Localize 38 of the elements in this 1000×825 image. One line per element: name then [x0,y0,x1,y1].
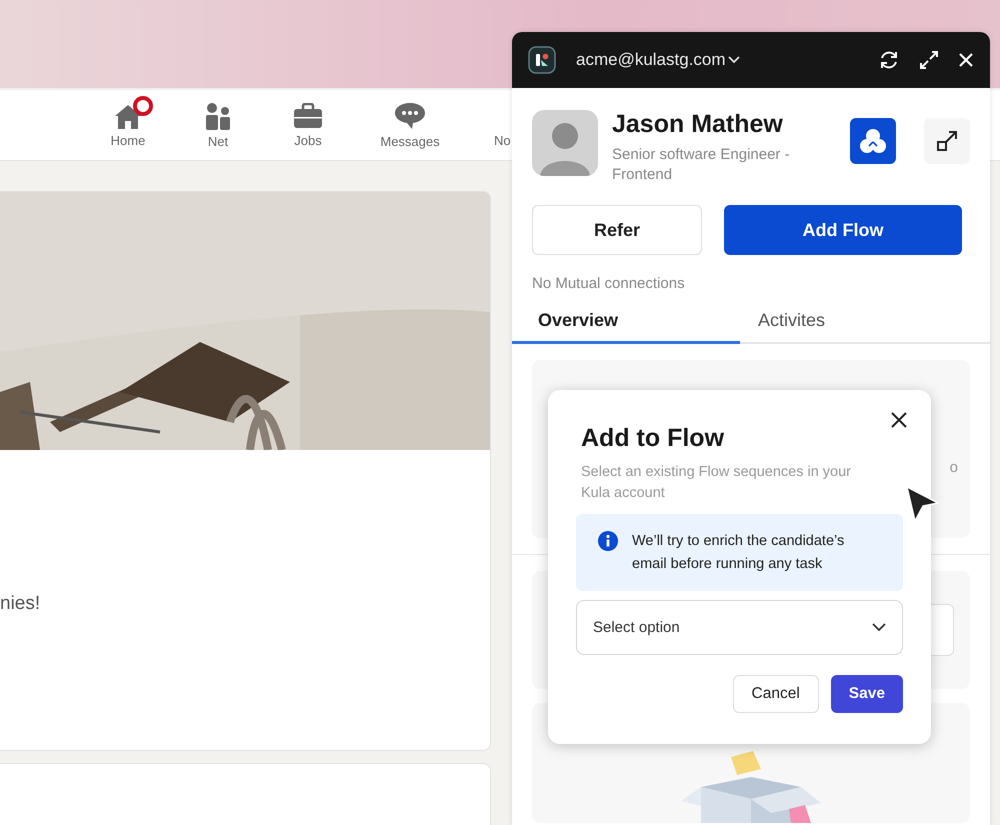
chevron-down-icon [872,623,886,632]
flow-select[interactable]: Select option [576,600,903,655]
close-button[interactable] [891,412,907,428]
save-button[interactable]: Save [830,675,903,713]
account-dropdown[interactable]: acme@kulastg.com [576,50,740,70]
close-icon[interactable] [958,52,974,68]
close-icon [891,412,907,428]
briefcase-icon [293,102,323,128]
people-button[interactable] [850,118,896,164]
nav-item[interactable]: Net [173,90,263,160]
app-logo-icon [528,46,556,74]
nav-item[interactable]: No [494,90,511,160]
candidate-title: Senior software Engineer - Frontend [612,145,791,185]
add-flow-button[interactable]: Add Flow [724,205,962,255]
dialog-subtitle: Select an existing Flow sequences in your Kula account [581,463,852,503]
chevron-down-icon [728,56,740,64]
card-text: o [950,458,958,476]
nav-item[interactable]: Home [83,90,173,160]
mutual-connections-text: No Mutual connections [531,274,686,292]
info-icon [598,531,618,551]
nav-item[interactable]: Messages [353,90,467,160]
dialog-title: Add to Flow [581,424,726,453]
refresh-icon[interactable] [878,49,900,71]
cancel-button[interactable]: Cancel [732,675,819,713]
refer-button[interactable]: Refer [532,205,702,255]
info-text: We’ll try to enrich the candidate’s email before running any task [632,532,846,574]
tab[interactable]: Overview [512,308,740,344]
post-text: nies! [0,593,42,615]
avatar [532,110,598,176]
expand-icon[interactable] [920,51,938,69]
open-external-icon [936,130,958,152]
people-icon [859,128,887,154]
nav-item[interactable]: Jobs [263,90,353,160]
candidate-name: Jason Mathew [612,110,784,139]
chat-bubble-icon [394,102,426,130]
open-external-button[interactable] [924,118,970,164]
people-icon [205,102,231,130]
tab[interactable]: Activites [740,308,968,344]
